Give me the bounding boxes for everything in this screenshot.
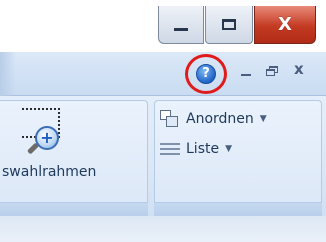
selection-pane-label[interactable]: swahlrahmen bbox=[2, 164, 96, 180]
document-area bbox=[0, 216, 326, 242]
tab-strip-edge bbox=[0, 52, 16, 96]
window-caption-buttons: X bbox=[158, 6, 316, 44]
ribbon-group-left-footer bbox=[0, 202, 148, 216]
document-restore-button[interactable] bbox=[266, 66, 278, 76]
arrange-label: Anordnen bbox=[186, 111, 254, 127]
title-bar: X bbox=[0, 0, 326, 52]
list-label: Liste bbox=[186, 141, 220, 157]
close-icon: X bbox=[278, 13, 292, 35]
zoom-plus-icon: + bbox=[35, 126, 59, 150]
list-icon bbox=[160, 142, 180, 156]
app-window: X ? x + swahlrahmen Anordnen ▼ Liste ▼ bbox=[0, 0, 326, 242]
minimize-button[interactable] bbox=[158, 6, 204, 44]
minimize-icon bbox=[174, 28, 188, 31]
arrange-windows-icon bbox=[160, 110, 180, 128]
help-highlight-circle bbox=[185, 54, 227, 94]
document-close-button[interactable]: x bbox=[294, 62, 304, 77]
arrange-button[interactable]: Anordnen ▼ bbox=[160, 108, 267, 130]
chevron-down-icon: ▼ bbox=[225, 144, 233, 154]
document-minimize-button[interactable] bbox=[241, 74, 251, 76]
ribbon-group-window-footer bbox=[154, 202, 322, 216]
close-button[interactable]: X bbox=[254, 6, 316, 44]
restore-icon-front bbox=[266, 69, 275, 76]
list-button[interactable]: Liste ▼ bbox=[160, 138, 232, 160]
maximize-button[interactable] bbox=[205, 6, 253, 44]
selection-pane-button[interactable]: + bbox=[22, 108, 66, 156]
maximize-icon bbox=[222, 19, 236, 30]
chevron-down-icon: ▼ bbox=[259, 114, 267, 124]
